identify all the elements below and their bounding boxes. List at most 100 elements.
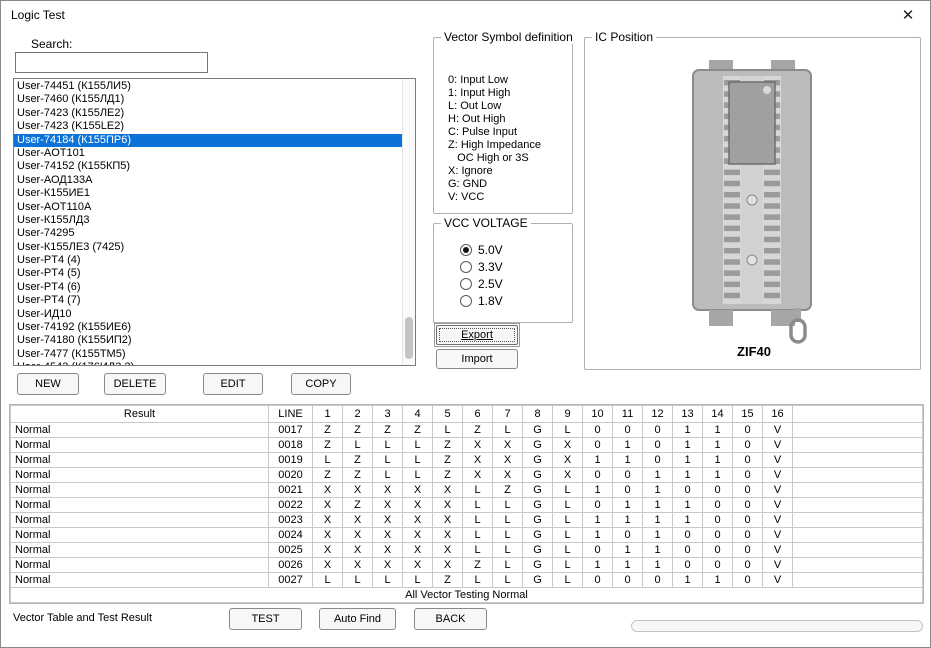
pin-cell: 1 — [643, 483, 673, 498]
pin-cell: L — [553, 513, 583, 528]
pin-cell: L — [343, 438, 373, 453]
titlebar: Logic Test ✕ — [1, 1, 930, 31]
list-item[interactable]: User-7423 (К155ЛЕ2) — [14, 107, 402, 120]
scrollbar-thumb[interactable] — [405, 317, 413, 359]
list-item[interactable]: User-74184 (К155ПР6) — [14, 134, 402, 147]
pin-cell: 1 — [583, 483, 613, 498]
pin-cell: X — [373, 498, 403, 513]
vcc-option-2.5V[interactable]: 2.5V — [460, 275, 503, 292]
list-item[interactable]: User-7460 (К155ЛД1) — [14, 93, 402, 106]
import-button[interactable]: Import — [436, 349, 518, 369]
pin-cell: G — [523, 513, 553, 528]
pin-cell: 0 — [703, 498, 733, 513]
pin-cell: L — [553, 543, 583, 558]
pin-cell: 0 — [703, 558, 733, 573]
pin-cell: X — [553, 468, 583, 483]
list-item[interactable]: User-74295 — [14, 227, 402, 240]
pin-cell: L — [463, 528, 493, 543]
list-item[interactable]: User-ИД10 — [14, 308, 402, 321]
table-row[interactable]: Normal0017ZZZZLZLGL000110V — [11, 423, 923, 438]
table-row[interactable]: Normal0025XXXXXLLGL011000V — [11, 543, 923, 558]
search-input[interactable] — [15, 52, 208, 73]
list-item[interactable]: User-7477 (К155ТМ5) — [14, 348, 402, 361]
new-button[interactable]: NEW — [17, 373, 79, 395]
list-item[interactable]: User-7423 (K155LE2) — [14, 120, 402, 133]
vcc-option-3.3V[interactable]: 3.3V — [460, 258, 503, 275]
table-row[interactable]: Normal0022XZXXXLLGL011100V — [11, 498, 923, 513]
result-cell: Normal — [11, 498, 269, 513]
list-item[interactable]: User-PT4 (6) — [14, 281, 402, 294]
list-item[interactable]: User-К155ЛЕ3 (7425) — [14, 241, 402, 254]
pin-cell: X — [403, 483, 433, 498]
vcc-option-label: 2.5V — [478, 277, 503, 291]
vcc-option-5.0V[interactable]: 5.0V — [460, 241, 503, 258]
pin-cell: X — [343, 528, 373, 543]
export-button[interactable]: Export — [436, 325, 518, 345]
fill-cell — [793, 483, 923, 498]
pin-cell: Z — [433, 468, 463, 483]
list-item[interactable]: User-PT4 (7) — [14, 294, 402, 307]
list-item[interactable]: User-PT4 (5) — [14, 267, 402, 280]
pin-cell: 1 — [673, 423, 703, 438]
pin-cell: 1 — [673, 453, 703, 468]
vector-symbol-line: H: Out High — [448, 113, 541, 126]
pin-cell: X — [463, 468, 493, 483]
pin-cell: 0 — [613, 468, 643, 483]
list-item[interactable]: User-74180 (К155ИП2) — [14, 334, 402, 347]
list-item[interactable]: User-PT4 (4) — [14, 254, 402, 267]
test-button[interactable]: TEST — [229, 608, 302, 630]
delete-button[interactable]: DELETE — [104, 373, 166, 395]
list-scrollbar[interactable] — [402, 79, 415, 365]
list-item[interactable]: User-К155ЛД3 — [14, 214, 402, 227]
pin-cell: 0 — [703, 528, 733, 543]
pin-cell: 1 — [613, 543, 643, 558]
pin-cell: 0 — [733, 528, 763, 543]
line-cell: 0017 — [269, 423, 313, 438]
footer-label: Vector Table and Test Result — [13, 612, 152, 624]
vector-symbol-lines: 0: Input Low1: Input HighL: Out LowH: Ou… — [448, 74, 541, 204]
pin-cell: V — [763, 438, 793, 453]
pin-cell: G — [523, 468, 553, 483]
list-item[interactable]: User-AOT110A — [14, 201, 402, 214]
back-button[interactable]: BACK — [414, 608, 487, 630]
auto-find-button[interactable]: Auto Find — [319, 608, 396, 630]
pin-cell: G — [523, 498, 553, 513]
list-item[interactable]: User-74152 (К155КП5) — [14, 160, 402, 173]
pin-cell: 1 — [703, 573, 733, 588]
pin-cell: L — [493, 558, 523, 573]
table-row[interactable]: Normal0024XXXXXLLGL101000V — [11, 528, 923, 543]
table-row[interactable]: Normal0020ZZLLZXXGX001110V — [11, 468, 923, 483]
column-header: Result — [11, 406, 269, 423]
fill-cell — [793, 528, 923, 543]
pin-cell: X — [343, 513, 373, 528]
list-item[interactable]: User-4543 (К176ИД3 2) — [14, 361, 402, 366]
fill-cell — [793, 438, 923, 453]
pin-cell: X — [433, 513, 463, 528]
vcc-option-1.8V[interactable]: 1.8V — [460, 292, 503, 309]
table-row[interactable]: Normal0027LLLLZLLGL000110V — [11, 573, 923, 588]
pin-cell: L — [463, 498, 493, 513]
table-row[interactable]: Normal0023XXXXXLLGL111100V — [11, 513, 923, 528]
pin-cell: 1 — [583, 513, 613, 528]
table-row[interactable]: Normal0026XXXXXZLGL111000V — [11, 558, 923, 573]
list-item[interactable]: User-74451 (К155ЛИ5) — [14, 80, 402, 93]
pin-cell: V — [763, 423, 793, 438]
table-row[interactable]: Normal0018ZLLLZXXGX010110V — [11, 438, 923, 453]
list-item[interactable]: User-AOT101 — [14, 147, 402, 160]
table-row[interactable]: Normal0019LZLLZXXGX110110V — [11, 453, 923, 468]
pin-cell: Z — [493, 483, 523, 498]
copy-button[interactable]: COPY — [291, 373, 351, 395]
close-button[interactable]: ✕ — [896, 5, 920, 27]
table-row[interactable]: Normal0021XXXXXLZGL101000V — [11, 483, 923, 498]
pin-cell: X — [493, 468, 523, 483]
pin-cell: 0 — [643, 438, 673, 453]
edit-button[interactable]: EDIT — [203, 373, 263, 395]
list-item[interactable]: User-АОД133А — [14, 174, 402, 187]
line-cell: 0027 — [269, 573, 313, 588]
pin-cell: 0 — [643, 573, 673, 588]
pin-cell: L — [463, 543, 493, 558]
result-cell: Normal — [11, 468, 269, 483]
list-item[interactable]: User-К155ИЕ1 — [14, 187, 402, 200]
pin-cell: X — [433, 498, 463, 513]
list-item[interactable]: User-74192 (К155ИЕ6) — [14, 321, 402, 334]
